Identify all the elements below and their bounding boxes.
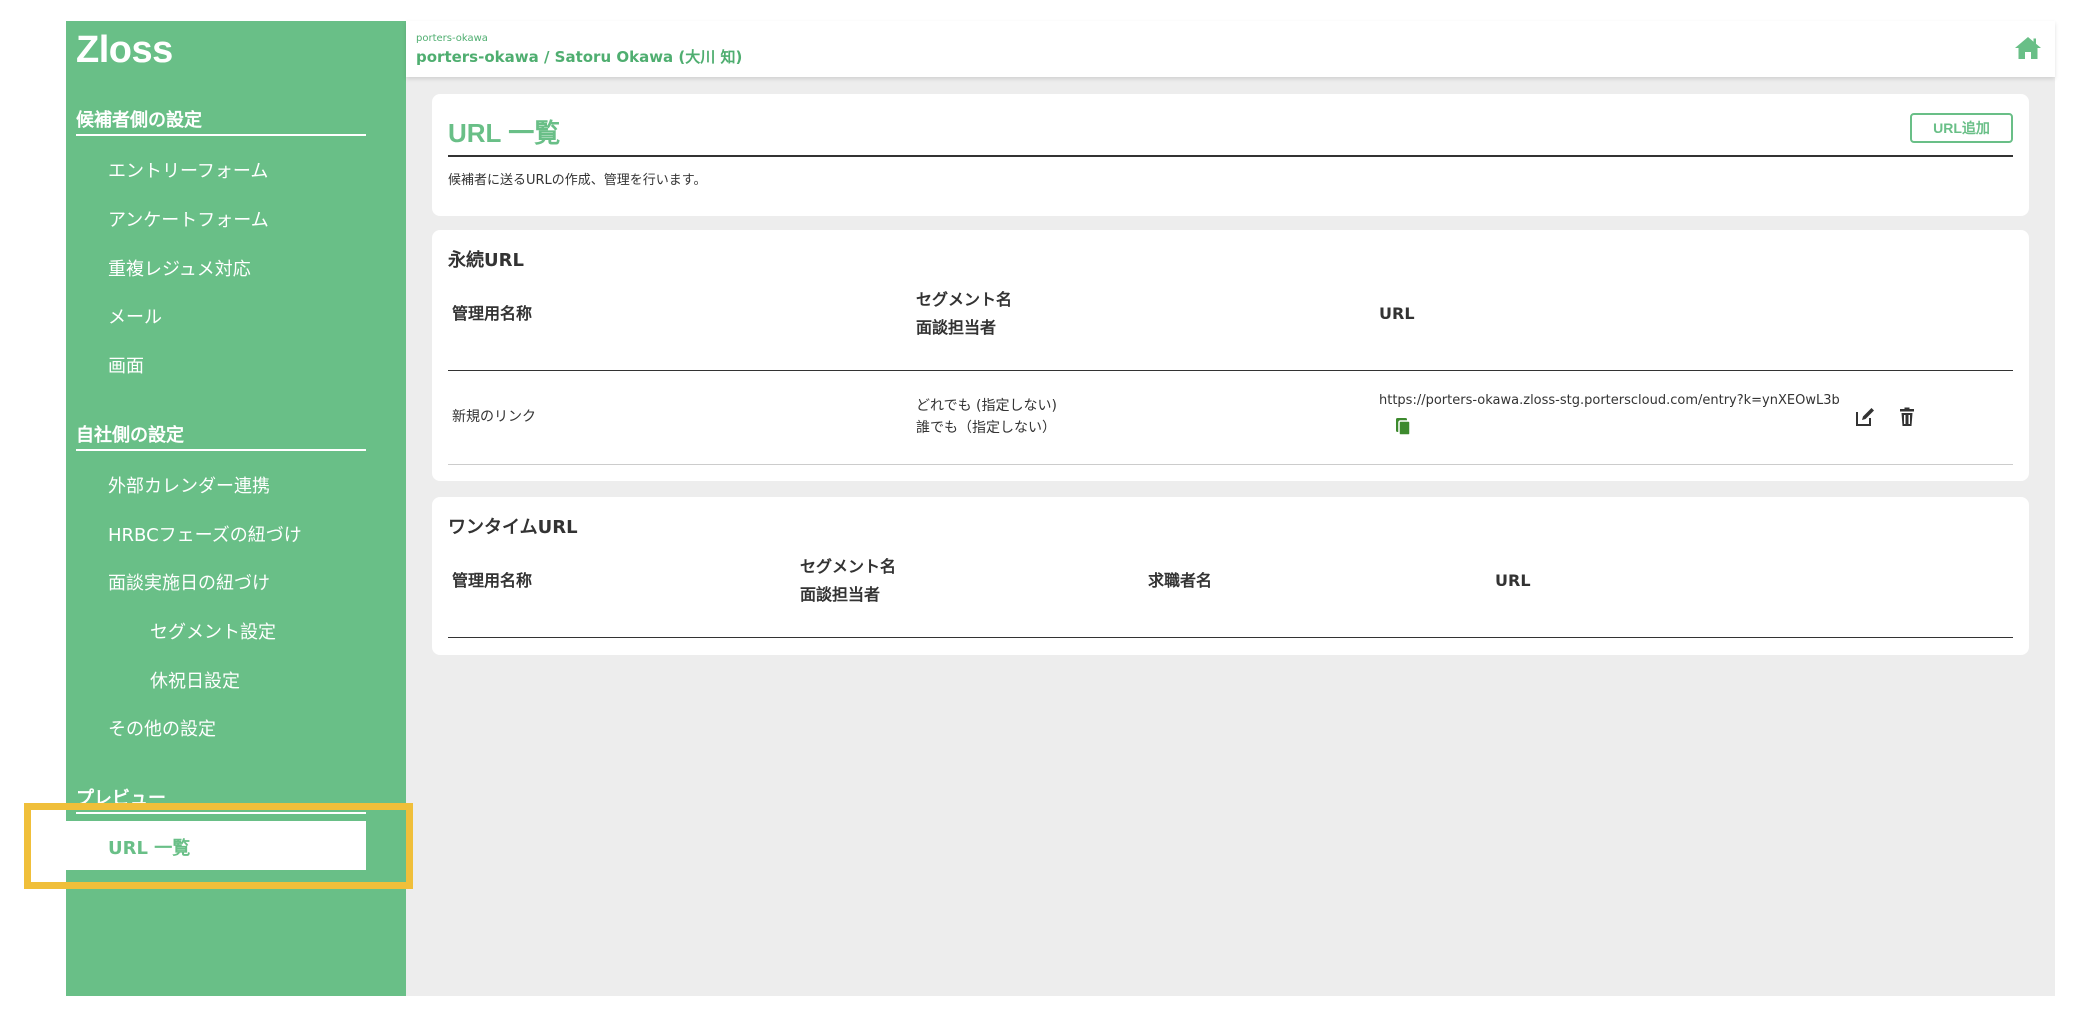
home-icon[interactable] [2013,35,2043,61]
onetime-url-title: ワンタイムURL [448,517,578,538]
page-description: 候補者に送るURLの作成、管理を行います。 [448,173,707,188]
column-header-segment: セグメント名 [800,557,897,576]
column-header-interviewer: 面談担当者 [800,585,881,604]
row-segment: どれでも (指定しない) [916,398,1057,414]
onetime-url-card: ワンタイムURL 管理用名称 セグメント名 面談担当者 求職者名 URL [432,497,2029,655]
sidebar-item-survey-form[interactable]: アンケートフォーム [108,206,269,232]
row-name: 新規のリンク [452,409,536,425]
column-header-segment: セグメント名 [916,290,1013,309]
sidebar-item-duplicate-resume[interactable]: 重複レジュメ対応 [108,255,251,281]
highlight-box [24,803,413,889]
add-url-button[interactable]: URL追加 [1910,113,2013,143]
sidebar-item-holiday-settings[interactable]: 休祝日設定 [150,667,240,693]
column-header-url: URL [1495,571,1531,590]
column-header-applicant: 求職者名 [1148,571,1213,590]
permanent-url-title: 永続URL [448,250,524,271]
sidebar-item-screen[interactable]: 画面 [108,352,144,378]
sidebar-item-other-settings[interactable]: その他の設定 [108,715,216,741]
sidebar-item-segment-settings[interactable]: セグメント設定 [150,618,276,644]
row-interviewer: 誰でも（指定しない） [916,420,1056,436]
sidebar-item-entry-form[interactable]: エントリーフォーム [108,157,268,183]
url-list-header-card: URL 一覧 URL追加 候補者に送るURLの作成、管理を行います。 [432,94,2029,216]
column-header-interviewer: 面談担当者 [916,318,997,337]
user-info: porters-okawa / Satoru Okawa (大川 知) [416,48,743,66]
column-header-name: 管理用名称 [452,304,533,323]
row-url: https://porters-okawa.zloss-stg.portersc… [1379,393,1840,408]
delete-icon[interactable] [1896,406,1918,428]
section-title-company-settings: 自社側の設定 [76,421,366,451]
copy-icon[interactable] [1392,416,1414,438]
permanent-url-card: 永続URL 管理用名称 セグメント名 面談担当者 URL 新規のリンク どれでも… [432,230,2029,481]
sidebar-item-interview-date[interactable]: 面談実施日の紐づけ [108,569,270,595]
edit-icon[interactable] [1854,406,1876,428]
page-title: URL 一覧 [448,118,561,148]
header-divider [448,370,2013,371]
sidebar-item-external-calendar[interactable]: 外部カレンダー連携 [108,472,270,498]
top-header: porters-okawa porters-okawa / Satoru Oka… [406,21,2055,77]
column-header-name: 管理用名称 [452,571,533,590]
tenant-name: porters-okawa [416,33,488,44]
sidebar-item-hrbc-phase[interactable]: HRBCフェーズの紐づけ [108,521,302,547]
app-logo: Zloss [76,29,173,71]
sidebar-item-mail[interactable]: メール [108,303,162,329]
column-header-url: URL [1379,304,1415,323]
title-divider [448,155,2013,157]
header-divider [448,637,2013,638]
row-divider [448,464,2013,465]
section-title-candidate-settings: 候補者側の設定 [76,106,366,136]
